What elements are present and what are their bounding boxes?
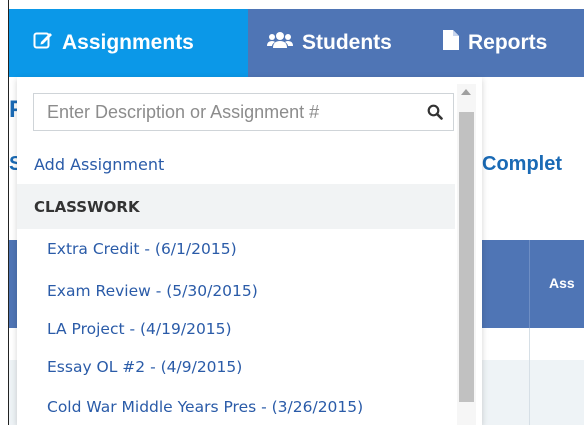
edit-icon bbox=[33, 30, 53, 56]
add-assignment-link[interactable]: Add Assignment bbox=[34, 155, 164, 174]
scroll-up-arrow-icon[interactable] bbox=[461, 89, 471, 95]
search-icon[interactable] bbox=[427, 104, 443, 120]
section-label: CLASSWORK bbox=[34, 198, 140, 216]
add-assignment-row: Add Assignment bbox=[17, 143, 455, 184]
assignment-item-cold-war-pres[interactable]: Cold War Middle Years Pres - (3/26/2015) bbox=[47, 398, 363, 416]
window-top-margin bbox=[0, 0, 584, 9]
scrollbar-thumb[interactable] bbox=[459, 112, 474, 402]
assignment-item-extra-credit[interactable]: Extra Credit - (6/1/2015) bbox=[47, 240, 237, 258]
table-header-divider bbox=[529, 240, 530, 328]
tab-reports-label: Reports bbox=[468, 31, 548, 54]
top-nav: Assignments Students Reports bbox=[9, 9, 584, 77]
assignment-search-input[interactable] bbox=[34, 94, 427, 130]
assignment-search-box bbox=[33, 93, 454, 131]
classwork-section-header: CLASSWORK bbox=[17, 184, 455, 229]
table-column-divider bbox=[529, 328, 530, 425]
tab-reports[interactable]: Reports bbox=[443, 9, 547, 77]
tab-assignments[interactable]: Assignments bbox=[9, 9, 248, 77]
tab-students[interactable]: Students bbox=[267, 9, 392, 77]
assignment-item-la-project[interactable]: LA Project - (4/19/2015) bbox=[47, 320, 232, 338]
window-left-border bbox=[0, 0, 9, 425]
completed-heading-fragment: Complet bbox=[482, 153, 562, 175]
tab-students-label: Students bbox=[302, 31, 392, 54]
assignment-item-exam-review[interactable]: Exam Review - (5/30/2015) bbox=[47, 282, 258, 300]
users-icon bbox=[267, 30, 293, 56]
tab-assignments-label: Assignments bbox=[62, 31, 194, 54]
assignment-item-essay-ol-2[interactable]: Essay OL #2 - (4/9/2015) bbox=[47, 358, 242, 376]
table-column-header-fragment: Ass bbox=[549, 275, 575, 291]
document-icon bbox=[443, 30, 459, 56]
assignments-dropdown: Add Assignment CLASSWORK Extra Credit - … bbox=[17, 77, 482, 425]
